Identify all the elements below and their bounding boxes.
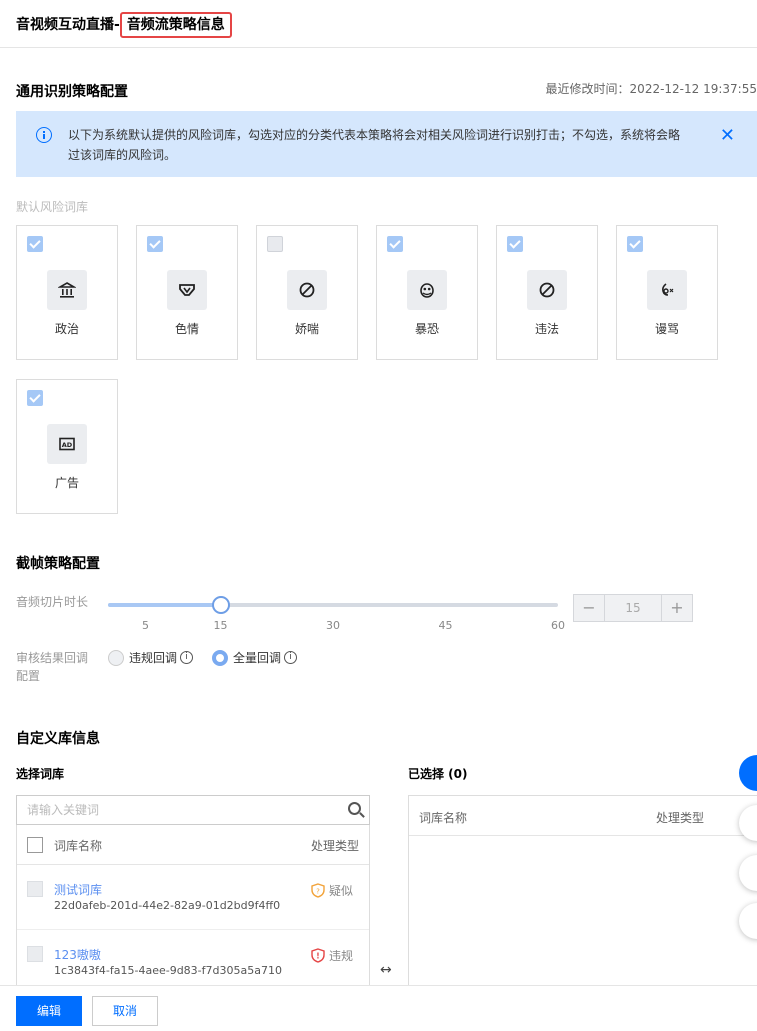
svg-text:!: ! — [316, 952, 319, 961]
library-id: 22d0afeb-201d-44e2-82a9-01d2bd9f4ff0 — [54, 899, 281, 912]
slider-tick-label: 5 — [142, 619, 149, 632]
selected-library-title: 已选择 (0) — [408, 767, 468, 781]
handling-type-label: 违规 — [328, 949, 353, 963]
slider-tick-label: 15 — [213, 619, 228, 632]
page-title-main: 音视频互动直播- — [16, 17, 120, 33]
handling-type-label: 疑似 — [328, 884, 353, 898]
masked-face-icon — [407, 270, 447, 310]
duration-stepper[interactable]: − 15 + — [573, 594, 693, 622]
table-row[interactable]: 测试词库 22d0afeb-201d-44e2-82a9-01d2bd9f4ff… — [17, 865, 369, 930]
last-modified-time: 最近修改时间：2022-12-12 19:37:55 — [545, 82, 757, 96]
column-name: 词库名称 — [54, 839, 103, 853]
library-label: 色情 — [174, 322, 199, 336]
ad-icon: AD — [47, 424, 87, 464]
search-input[interactable] — [17, 796, 337, 824]
radio-button[interactable] — [108, 649, 124, 666]
row-checkbox[interactable] — [27, 946, 43, 962]
library-card-ads[interactable]: AD 广告 — [16, 379, 118, 514]
info-notice: 以下为系统默认提供的风险词库，勾选对应的分类代表本策略将会对相关风险词进行识别打… — [16, 111, 757, 177]
selected-table: 词库名称 处理类型 — [408, 795, 757, 995]
slice-duration-slider[interactable] — [108, 596, 558, 614]
library-checkbox[interactable] — [27, 390, 43, 406]
library-label: 谩骂 — [654, 322, 679, 336]
table-header: 词库名称 处理类型 — [17, 825, 369, 865]
info-icon — [36, 127, 52, 143]
library-label: 暴恐 — [414, 322, 439, 336]
radio-full-callback[interactable]: 全量回调 i — [212, 649, 298, 666]
prohibited-icon — [527, 270, 567, 310]
edit-button[interactable]: 编辑 — [16, 996, 82, 1026]
library-card-abuse[interactable]: 谩骂 — [616, 225, 718, 360]
default-library-label: 默认风险词库 — [16, 200, 89, 214]
notice-text: 以下为系统默认提供的风险词库，勾选对应的分类代表本策略将会对相关风险词进行识别打… — [68, 128, 681, 162]
radio-label: 违规回调 — [129, 651, 178, 665]
select-library-title: 选择词库 — [16, 767, 65, 781]
floating-help-button[interactable] — [739, 755, 757, 791]
library-name-link[interactable]: 测试词库 — [54, 881, 102, 898]
radio-button[interactable] — [212, 649, 228, 666]
library-card-moan[interactable]: 娇喘 — [256, 225, 358, 360]
table-header: 词库名称 处理类型 — [409, 796, 757, 836]
help-icon[interactable]: i — [284, 651, 298, 664]
library-label: 广告 — [54, 476, 79, 490]
library-label: 政治 — [54, 322, 79, 336]
library-card-terror[interactable]: 暴恐 — [376, 225, 478, 360]
library-name-link[interactable]: 123嗷嗷 — [54, 946, 101, 963]
handling-type: ! 违规 — [311, 947, 353, 964]
slider-tick-label: 60 — [551, 619, 565, 632]
increment-button[interactable]: + — [662, 595, 692, 621]
swap-arrows-icon: ↔ — [380, 962, 392, 978]
search-icon[interactable] — [348, 802, 361, 815]
slice-duration-label: 音频切片时长 — [16, 595, 89, 609]
library-search[interactable] — [16, 795, 370, 825]
column-type: 处理类型 — [310, 839, 359, 853]
government-building-icon — [47, 270, 87, 310]
callback-label: 审核结果回调配置 — [16, 651, 89, 683]
library-checkbox[interactable] — [147, 236, 163, 252]
page-title-highlight: 音频流策略信息 — [119, 12, 232, 38]
slider-fill — [108, 603, 221, 607]
row-checkbox[interactable] — [27, 881, 43, 897]
library-checkbox[interactable] — [267, 236, 283, 252]
prohibited-icon — [287, 270, 327, 310]
decrement-button[interactable]: − — [574, 595, 604, 621]
library-label: 违法 — [534, 322, 559, 336]
help-icon[interactable]: i — [180, 651, 194, 664]
general-config-title: 通用识别策略配置 — [16, 84, 128, 100]
page-title: 音视频互动直播- 音频流策略信息 — [16, 12, 232, 38]
column-type: 处理类型 — [656, 811, 705, 825]
cancel-button[interactable]: 取消 — [92, 996, 158, 1026]
underwear-icon — [167, 270, 207, 310]
shield-alert-icon: ! — [311, 948, 325, 963]
library-checkbox[interactable] — [627, 236, 643, 252]
svg-text:?: ? — [316, 888, 320, 896]
abuse-speech-icon — [647, 270, 687, 310]
library-checkbox[interactable] — [507, 236, 523, 252]
column-name: 词库名称 — [419, 811, 468, 825]
close-icon[interactable]: ✕ — [720, 125, 735, 146]
table-row[interactable]: 123嗷嗷 1c3843f4-fa15-4aee-9d83-f7d305a5a7… — [17, 930, 369, 986]
select-all-checkbox[interactable] — [27, 837, 43, 853]
handling-type: ? 疑似 — [311, 882, 353, 899]
radio-violation-callback[interactable]: 违规回调 i — [108, 649, 194, 666]
library-id: 1c3843f4-fa15-4aee-9d83-f7d305a5a710 — [54, 964, 282, 977]
slider-tick-label: 45 — [438, 619, 453, 632]
radio-label: 全量回调 — [233, 651, 282, 665]
library-checkbox[interactable] — [387, 236, 403, 252]
svg-text:AD: AD — [62, 441, 73, 449]
library-checkbox[interactable] — [27, 236, 43, 252]
page-header: 音视频互动直播- 音频流策略信息 — [0, 0, 757, 48]
library-label: 娇喘 — [294, 322, 319, 336]
library-card-illegal[interactable]: 违法 — [496, 225, 598, 360]
action-footer: 编辑 取消 — [0, 985, 757, 1031]
custom-library-title: 自定义库信息 — [16, 731, 100, 747]
stepper-value[interactable]: 15 — [604, 595, 662, 621]
library-table: 词库名称 处理类型 测试词库 22d0afeb-201d-44e2-82a9-0… — [16, 825, 370, 987]
slider-tick-label: 30 — [326, 619, 340, 632]
library-card-porn[interactable]: 色情 — [136, 225, 238, 360]
slider-thumb[interactable] — [211, 596, 230, 614]
frame-config-title: 截帧策略配置 — [16, 556, 100, 572]
shield-warning-icon: ? — [311, 883, 325, 898]
library-card-politics[interactable]: 政治 — [16, 225, 118, 360]
